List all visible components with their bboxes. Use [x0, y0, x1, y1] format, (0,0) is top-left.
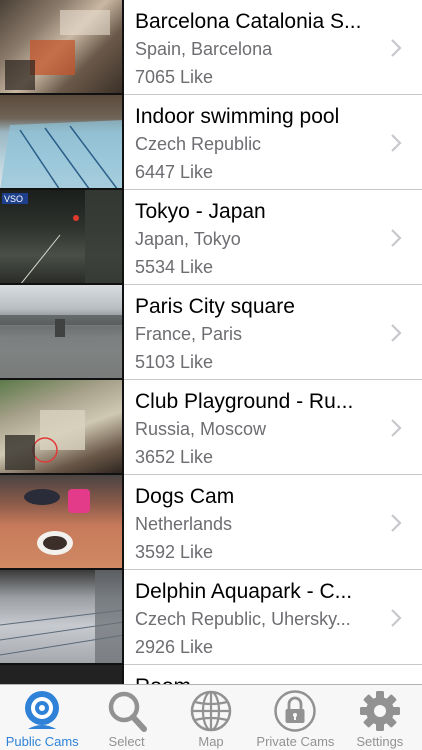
- tab-label: Map: [198, 734, 224, 749]
- chevron-right-icon: [391, 39, 402, 57]
- cam-likes: 5534 Like: [135, 257, 214, 277]
- tab-label: Public Cams: [5, 734, 79, 749]
- globe-icon: [190, 690, 232, 732]
- cam-row-room[interactable]: Room: [0, 665, 422, 684]
- cam-location: Russia, Moscow: [135, 419, 267, 439]
- cam-location: Czech Republic, Uhersky...: [135, 609, 351, 629]
- cam-thumbnail: [0, 475, 124, 570]
- chevron-right-icon: [391, 229, 402, 247]
- cam-thumbnail: VSO: [0, 190, 124, 285]
- webcam-icon: [25, 691, 60, 729]
- cam-likes: 2926 Like: [135, 637, 214, 657]
- tab-label: Private Cams: [256, 734, 335, 749]
- tab-select[interactable]: Select: [84, 685, 168, 750]
- cam-thumbnail: [0, 95, 124, 190]
- cam-title: Delphin Aquapark - C...: [135, 580, 353, 603]
- cam-row-barcelona[interactable]: Barcelona Catalonia S... Spain, Barcelon…: [0, 0, 422, 95]
- search-icon: [108, 691, 147, 732]
- cam-row-club-playground[interactable]: Club Playground - Ru... Russia, Moscow 3…: [0, 380, 422, 475]
- cam-location: France, Paris: [135, 324, 243, 344]
- cam-title: Indoor swimming pool: [135, 105, 340, 128]
- lock-icon: [274, 690, 317, 732]
- cam-thumbnail: [0, 665, 124, 684]
- cam-location: Spain, Barcelona: [135, 39, 273, 59]
- cam-likes: 3592 Like: [135, 542, 214, 562]
- cam-location: Japan, Tokyo: [135, 229, 241, 249]
- cam-thumbnail: [0, 285, 124, 380]
- cam-location: Czech Republic: [135, 134, 262, 154]
- chevron-right-icon: [391, 609, 402, 627]
- tab-label: Select: [108, 734, 145, 749]
- cam-likes: 6447 Like: [135, 162, 214, 182]
- chevron-right-icon: [391, 514, 402, 532]
- cam-likes: 5103 Like: [135, 352, 214, 372]
- cam-title: Club Playground - Ru...: [135, 390, 354, 413]
- cam-row-tokyo[interactable]: VSO Tokyo - Japan Japan, Tokyo 5534 Like: [0, 190, 422, 285]
- cam-row-paris[interactable]: Paris City square France, Paris 5103 Lik…: [0, 285, 422, 380]
- cam-row-swimming-pool[interactable]: Indoor swimming pool Czech Republic 6447…: [0, 95, 422, 190]
- cam-title: Paris City square: [135, 295, 295, 318]
- cam-list[interactable]: Barcelona Catalonia S... Spain, Barcelon…: [0, 0, 422, 684]
- cam-thumbnail: [0, 380, 124, 475]
- cam-title: Dogs Cam: [135, 485, 235, 508]
- cam-title: Barcelona Catalonia S...: [135, 10, 362, 33]
- tab-map[interactable]: Map: [169, 685, 253, 750]
- cam-likes: 7065 Like: [135, 67, 214, 87]
- chevron-right-icon: [391, 419, 402, 437]
- cam-thumbnail: [0, 570, 124, 665]
- tab-bar: Public Cams Select Map Private Cams Sett…: [0, 684, 422, 750]
- cam-likes: 3652 Like: [135, 447, 214, 467]
- tab-private-cams[interactable]: Private Cams: [253, 685, 337, 750]
- cam-row-dogs-cam[interactable]: Dogs Cam Netherlands 3592 Like: [0, 475, 422, 570]
- cam-location: Netherlands: [135, 514, 233, 534]
- cam-row-delphin-aquapark[interactable]: Delphin Aquapark - C... Czech Republic, …: [0, 570, 422, 665]
- chevron-right-icon: [391, 324, 402, 342]
- cam-thumbnail: [0, 0, 124, 95]
- tab-settings[interactable]: Settings: [338, 685, 422, 750]
- chevron-right-icon: [391, 134, 402, 152]
- gear-icon: [359, 691, 400, 731]
- tab-public-cams[interactable]: Public Cams: [0, 685, 84, 750]
- tab-label: Settings: [356, 734, 404, 749]
- cam-title: Tokyo - Japan: [135, 200, 266, 223]
- cam-title: Room: [135, 674, 371, 684]
- cam-watermark: VSO: [4, 194, 23, 204]
